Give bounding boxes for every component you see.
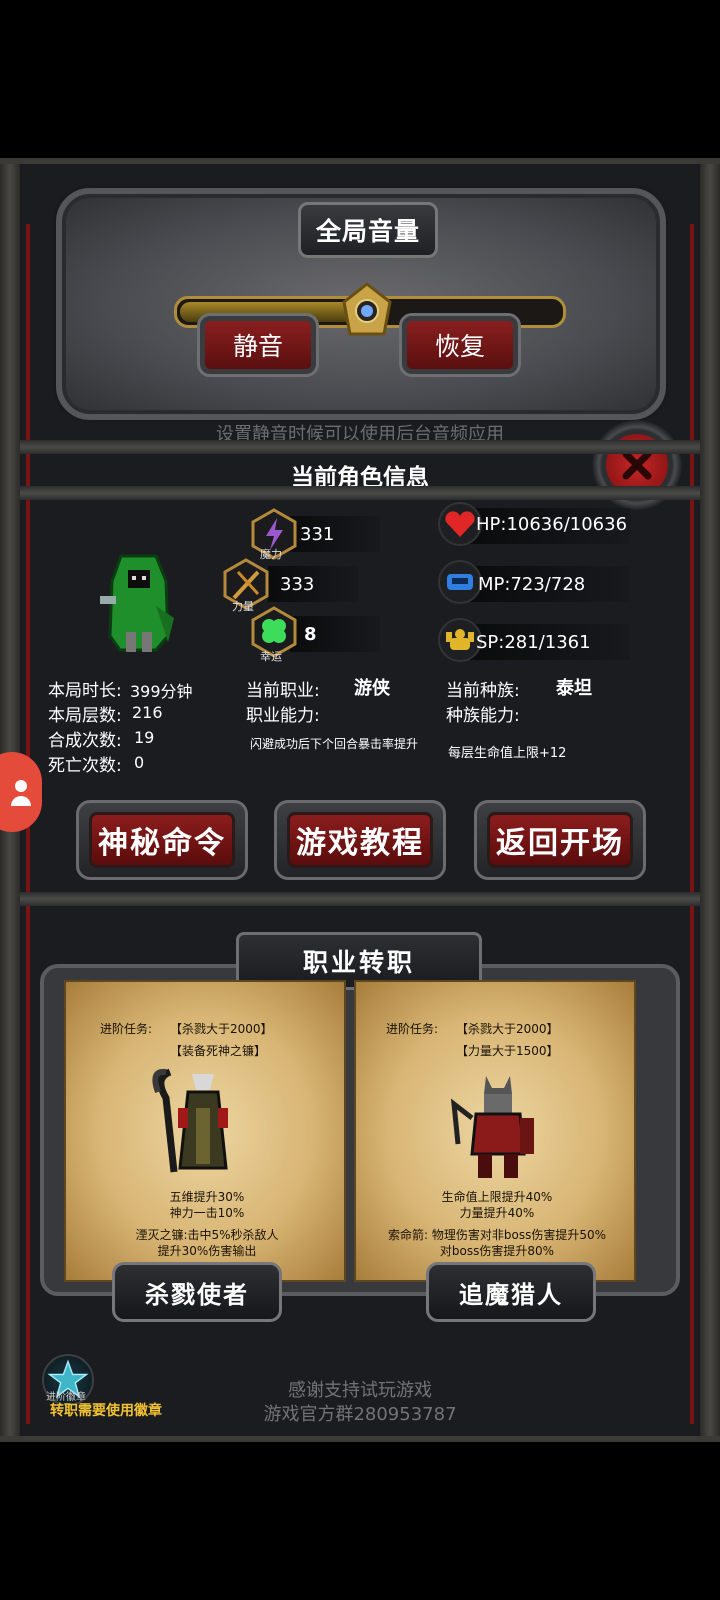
tutorial-button[interactable]: 游戏教程	[274, 800, 446, 880]
tutorial-label: 游戏教程	[287, 812, 433, 868]
mana-icon	[438, 560, 482, 604]
death-label: 死亡次数:	[48, 756, 122, 776]
card1-req1: 【杀戮大于2000】	[170, 1022, 273, 1036]
card2-req2: 【力量大于1500】	[456, 1044, 559, 1058]
hp-value: HP:10636/10636	[476, 514, 628, 535]
sp-value: SP:281/1361	[476, 632, 591, 653]
secret-command-button[interactable]: 神秘命令	[76, 800, 248, 880]
reaper-sprite	[152, 1068, 252, 1178]
footer-thanks: 感谢支持试玩游戏	[288, 1380, 432, 1401]
card1-task-label: 进阶任务:	[100, 1022, 153, 1036]
class-card-reaper[interactable]: 进阶任务: 【杀戮大于2000】 【装备死神之镰】 五维提升30% 神力一击10…	[64, 980, 346, 1282]
volume-title-plate: 全局音量	[298, 202, 438, 258]
restore-button[interactable]: 恢复	[399, 313, 521, 377]
race-ability-label: 种族能力:	[446, 706, 520, 726]
secret-command-label: 神秘命令	[89, 812, 235, 868]
card2-skill1: 索命箭: 物理伤害对非boss伤害提升50%	[388, 1228, 606, 1242]
class-change-title: 职业转职	[302, 948, 415, 977]
class-ability-label: 职业能力:	[246, 706, 320, 726]
card2-bonus1: 生命值上限提升40%	[441, 1190, 553, 1204]
card2-bonus2: 力量提升40%	[459, 1206, 535, 1220]
footer-group: 游戏官方群280953787	[263, 1404, 457, 1425]
class-name-hunter[interactable]: 追魔猎人	[426, 1262, 596, 1322]
class-card-hunter[interactable]: 进阶任务: 【杀戮大于2000】 【力量大于1500】 生命值上限提升40% 力…	[354, 980, 636, 1282]
card2-skill2: 对boss伤害提升80%	[439, 1244, 555, 1258]
user-icon	[11, 780, 31, 806]
divider-bottom	[20, 892, 700, 906]
synth-label: 合成次数:	[48, 731, 122, 751]
duration-label: 本局时长:	[48, 681, 122, 701]
class-value: 游侠	[354, 678, 390, 699]
race-ability-value: 每层生命值上限+12	[448, 746, 567, 761]
hunter-sprite	[450, 1074, 546, 1180]
class-name-reaper[interactable]: 杀戮使者	[112, 1262, 282, 1322]
floors-label: 本局层数:	[48, 706, 122, 726]
race-label: 当前种族:	[446, 681, 520, 701]
card1-skill2: 提升30%伤害输出	[157, 1244, 257, 1258]
back-to-start-button[interactable]: 返回开场	[474, 800, 646, 880]
luck-label: 幸运	[260, 650, 282, 663]
card1-bonus1: 五维提升30%	[169, 1190, 245, 1204]
volume-panel: 全局音量 静音 恢复	[56, 188, 666, 420]
user-fab[interactable]	[0, 752, 42, 832]
card2-task-label: 进阶任务:	[386, 1022, 439, 1036]
strength-value: 333	[280, 574, 315, 595]
class-ability-value: 闪避成功后下个回合暴击率提升	[250, 737, 419, 751]
mute-button[interactable]: 静音	[197, 313, 319, 377]
magic-value: 331	[300, 524, 335, 545]
floors-value: 216	[132, 703, 163, 722]
card2-req1: 【杀戮大于2000】	[456, 1022, 559, 1036]
class-label: 当前职业:	[246, 681, 320, 701]
synth-value: 19	[134, 728, 155, 747]
volume-title: 全局音量	[315, 217, 420, 246]
race-value: 泰坦	[556, 678, 592, 699]
volume-slider-knob[interactable]	[340, 282, 394, 340]
back-to-start-label: 返回开场	[487, 812, 633, 868]
divider-info	[20, 486, 700, 500]
mp-value: MP:723/728	[478, 574, 586, 595]
duration-value: 399分钟	[130, 682, 193, 701]
character-sprite	[96, 546, 182, 656]
card1-skill1: 湮灭之镰:击中5%秒杀敌人	[135, 1228, 279, 1242]
death-value: 0	[134, 753, 145, 772]
luck-value: 8	[304, 624, 317, 645]
divider-top	[20, 440, 700, 454]
card1-bonus2: 神力一击10%	[169, 1206, 245, 1220]
right-rail	[690, 224, 694, 1424]
card1-req2: 【装备死神之镰】	[170, 1044, 267, 1058]
